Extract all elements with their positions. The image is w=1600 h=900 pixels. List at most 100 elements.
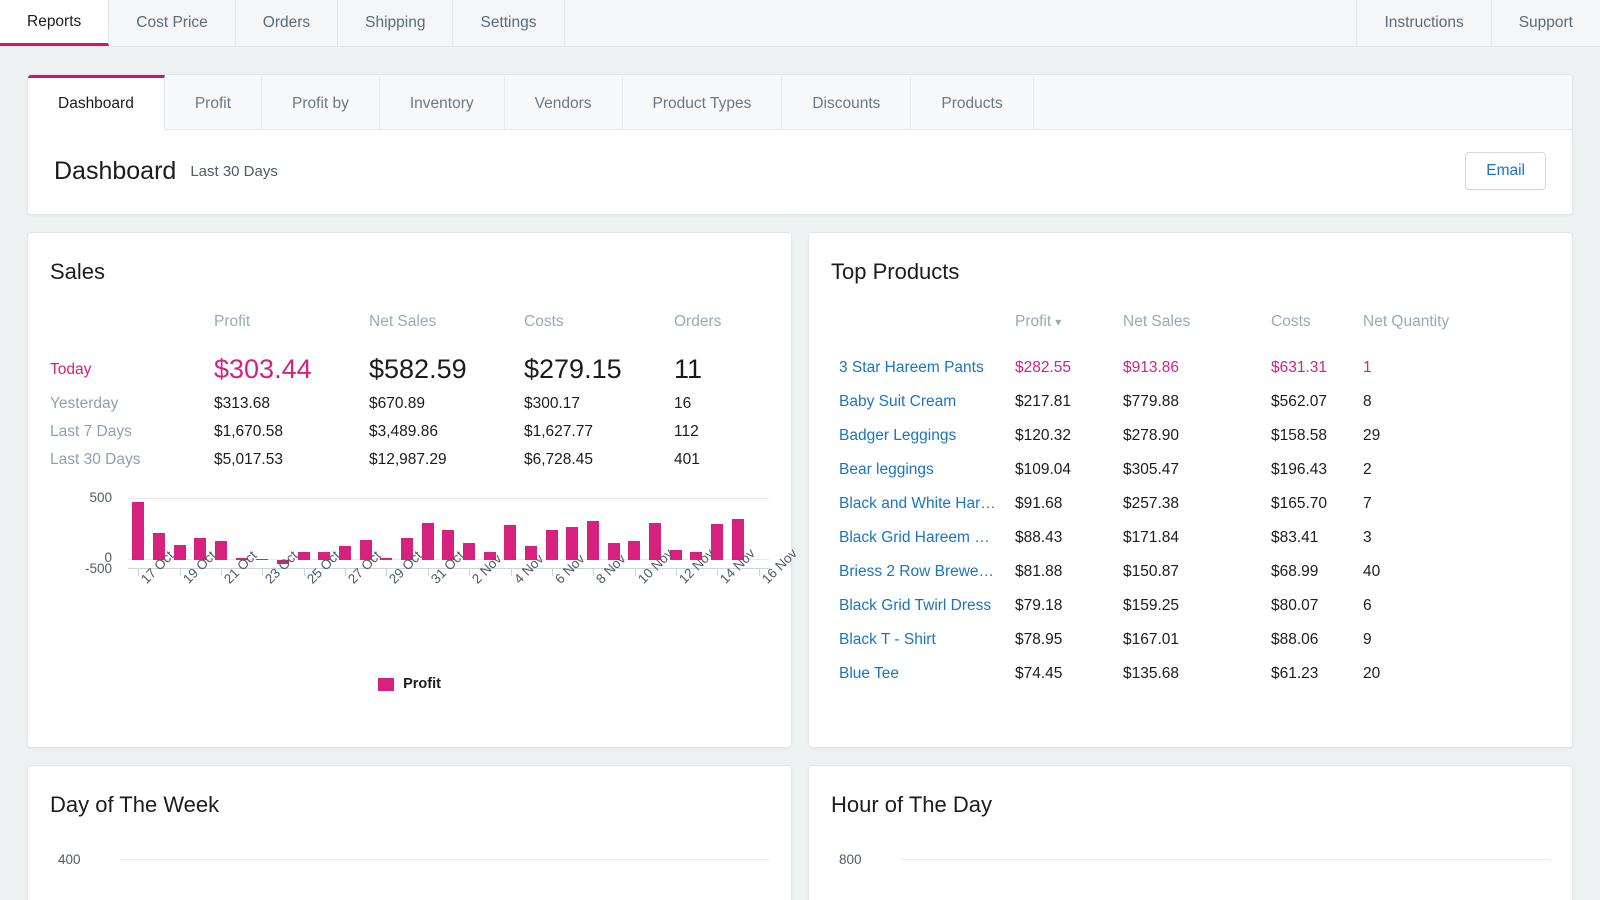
email-button[interactable]: Email: [1465, 152, 1546, 190]
sales-col-net-sales: Net Sales: [363, 307, 518, 349]
subtab-discounts[interactable]: Discounts: [782, 75, 911, 129]
subtab-profit-by[interactable]: Profit by: [262, 75, 380, 129]
tp-cell-net-quantity: 40: [1357, 555, 1572, 589]
tp-cell-net-sales: $135.68: [1117, 657, 1265, 691]
product-name-link[interactable]: Bear leggings: [809, 453, 1009, 487]
chart-bar-slot: [603, 498, 624, 560]
product-name-link[interactable]: Black Grid Twirl Dress: [809, 589, 1009, 623]
top-nav-left-group: Reports Cost Price Orders Shipping Setti…: [0, 0, 565, 46]
legend-label-profit: Profit: [403, 676, 441, 692]
product-name-link[interactable]: Blue Tee: [809, 657, 1009, 691]
tp-cell-net-sales: $257.38: [1117, 487, 1265, 521]
day-of-week-title: Day of The Week: [28, 766, 791, 818]
legend-swatch-profit-icon: [378, 678, 394, 691]
subtab-label: Product Types: [653, 95, 752, 112]
subtab-label: Products: [941, 95, 1002, 112]
top-tab-instructions[interactable]: Instructions: [1356, 0, 1490, 46]
tp-cell-profit: $78.95: [1009, 623, 1117, 657]
chart-bar[interactable]: [587, 521, 599, 560]
sales-cell-profit: $1,670.58: [208, 418, 363, 446]
tp-col-costs[interactable]: Costs: [1265, 307, 1357, 351]
subtab-dashboard[interactable]: Dashboard: [28, 75, 165, 130]
tp-cell-costs: $562.07: [1265, 385, 1357, 419]
chart-bar-slot: [459, 498, 480, 560]
hour-of-day-axis: 800: [809, 852, 1572, 882]
tp-col-net-quantity[interactable]: Net Quantity: [1357, 307, 1572, 351]
sales-card-title: Sales: [28, 233, 791, 285]
product-name-link[interactable]: Baby Suit Cream: [809, 385, 1009, 419]
product-name-link[interactable]: Black T - Shirt: [809, 623, 1009, 657]
sales-cell-orders: 112: [668, 418, 791, 446]
day-of-week-gridline: [120, 859, 769, 860]
chart-bar[interactable]: [422, 523, 434, 560]
table-row: Badger Leggings$120.32$278.90$158.5829: [809, 419, 1572, 453]
chart-bar-slot: [479, 498, 500, 560]
tp-cell-net-quantity: 8: [1357, 385, 1572, 419]
sales-cell-orders: 16: [668, 390, 791, 418]
sales-cell-net-sales: $582.59: [363, 349, 518, 390]
sales-cell-costs: $279.15: [518, 349, 668, 390]
tp-cell-net-quantity: 7: [1357, 487, 1572, 521]
sales-row-label: Last 7 Days: [28, 418, 208, 446]
top-tab-shipping[interactable]: Shipping: [338, 0, 453, 46]
product-name-link[interactable]: Black and White Har…: [809, 487, 1009, 521]
sales-row-label: Yesterday: [28, 390, 208, 418]
top-tab-settings[interactable]: Settings: [453, 0, 564, 46]
product-name-link[interactable]: 3 Star Hareem Pants: [809, 351, 1009, 385]
tp-cell-profit: $217.81: [1009, 385, 1117, 419]
tp-cell-net-quantity: 3: [1357, 521, 1572, 555]
tp-col-profit-label: Profit: [1015, 313, 1051, 330]
sales-row-label: Today: [28, 349, 208, 390]
dashboard-header-card: Dashboard Profit Profit by Inventory Ven…: [27, 74, 1573, 215]
tp-cell-costs: $165.70: [1265, 487, 1357, 521]
top-products-column: Top Products Profit▾ Net Sales Costs Net…: [808, 232, 1573, 748]
product-name-link[interactable]: Badger Leggings: [809, 419, 1009, 453]
table-row: Today $303.44 $582.59 $279.15 11: [28, 349, 791, 390]
top-nav-spacer: [565, 0, 1357, 46]
chevron-down-icon: ▾: [1055, 315, 1061, 329]
sales-row-label: Last 30 Days: [28, 446, 208, 474]
top-tab-cost-price[interactable]: Cost Price: [109, 0, 236, 46]
sales-cell-profit: $303.44: [208, 349, 363, 390]
chart-bar-slot: [624, 498, 645, 560]
subtab-profit[interactable]: Profit: [165, 75, 262, 129]
tp-col-net-sales[interactable]: Net Sales: [1117, 307, 1265, 351]
tp-cell-net-quantity: 6: [1357, 589, 1572, 623]
top-products-card: Top Products Profit▾ Net Sales Costs Net…: [808, 232, 1573, 748]
chart-bar[interactable]: [132, 502, 144, 560]
chart-bar[interactable]: [628, 541, 640, 560]
sales-cell-costs: $1,627.77: [518, 418, 668, 446]
day-of-week-column: Day of The Week 400: [27, 765, 792, 900]
tp-cell-net-sales: $779.88: [1117, 385, 1265, 419]
chart-bar-slot: [541, 498, 562, 560]
chart-bar-slot: [293, 498, 314, 560]
tp-cell-net-quantity: 1: [1357, 351, 1572, 385]
subtab-vendors[interactable]: Vendors: [505, 75, 623, 129]
sales-cell-profit: $313.68: [208, 390, 363, 418]
tp-col-profit[interactable]: Profit ▾: [1009, 307, 1117, 351]
report-subtabs: Dashboard Profit Profit by Inventory Ven…: [28, 75, 1572, 130]
tp-cell-profit: $120.32: [1009, 419, 1117, 453]
subtab-products[interactable]: Products: [911, 75, 1033, 129]
subtab-inventory[interactable]: Inventory: [380, 75, 505, 129]
tp-cell-costs: $83.41: [1265, 521, 1357, 555]
subtab-product-types[interactable]: Product Types: [623, 75, 783, 129]
chart-ytick-bottom: -500: [40, 561, 112, 576]
tp-cell-net-sales: $171.84: [1117, 521, 1265, 555]
chart-bar[interactable]: [546, 530, 558, 560]
product-name-link[interactable]: Briess 2 Row Brewe…: [809, 555, 1009, 589]
tp-cell-profit: $81.88: [1009, 555, 1117, 589]
top-tab-reports[interactable]: Reports: [0, 0, 109, 46]
profit-bar-chart: 500 0 -500 17 Oct19 Oct21 Oct23 Oct25 Oc…: [28, 490, 791, 670]
tp-cell-costs: $68.99: [1265, 555, 1357, 589]
sales-col-costs: Costs: [518, 307, 668, 349]
tp-cell-costs: $61.23: [1265, 657, 1357, 691]
sales-col-profit: Profit: [208, 307, 363, 349]
product-name-link[interactable]: Black Grid Hareem …: [809, 521, 1009, 555]
chart-bar[interactable]: [504, 525, 516, 560]
top-tab-orders[interactable]: Orders: [236, 0, 338, 46]
tp-cell-profit: $109.04: [1009, 453, 1117, 487]
tp-cell-profit: $91.68: [1009, 487, 1117, 521]
subtab-label: Dashboard: [58, 95, 134, 112]
top-tab-support[interactable]: Support: [1491, 0, 1600, 46]
